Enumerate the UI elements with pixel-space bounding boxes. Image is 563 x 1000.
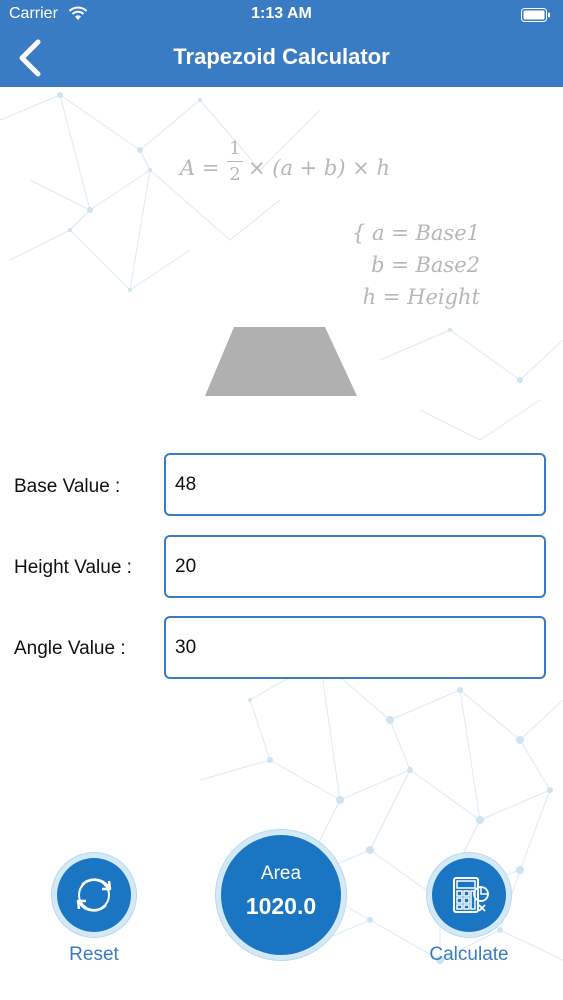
formula-lhs: A = bbox=[180, 156, 220, 180]
calculate-caption[interactable]: Calculate bbox=[419, 944, 519, 966]
navigation-bar: Trapezoid Calculator bbox=[0, 30, 563, 87]
height-value-label: Height Value : bbox=[14, 557, 132, 578]
battery-icon bbox=[521, 8, 550, 22]
area-value: 1020.0 bbox=[245, 893, 317, 919]
angle-value-input[interactable] bbox=[164, 616, 546, 679]
legend-row: b = Base2 bbox=[371, 253, 480, 277]
legend-row: h = Height bbox=[362, 285, 480, 309]
formula-legend: { a = Base1 b = Base2 h = Height bbox=[320, 217, 480, 313]
area-result: Area 1020.0 bbox=[221, 835, 341, 955]
calculate-button[interactable] bbox=[432, 858, 506, 932]
status-bar: Carrier 1:13 AM bbox=[0, 0, 563, 30]
formula-fraction: 1 2 bbox=[227, 138, 243, 185]
page-title: Trapezoid Calculator bbox=[173, 44, 390, 69]
calculator-icon bbox=[453, 877, 489, 913]
refresh-icon bbox=[76, 878, 112, 912]
fraction-numerator: 1 bbox=[229, 138, 241, 159]
base-value-input[interactable] bbox=[164, 453, 546, 516]
base-value-label: Base Value : bbox=[14, 476, 121, 497]
height-value-input[interactable] bbox=[164, 535, 546, 598]
angle-value-label: Angle Value : bbox=[14, 638, 126, 659]
status-time: 1:13 AM bbox=[251, 5, 312, 22]
area-formula: A = 1 2 × (a + b) × h bbox=[180, 138, 410, 198]
formula-rhs: × (a + b) × h bbox=[248, 156, 391, 180]
fraction-bar bbox=[227, 161, 243, 162]
area-label: Area bbox=[260, 863, 302, 884]
reset-button[interactable] bbox=[57, 858, 131, 932]
legend-row: { a = Base1 bbox=[351, 221, 480, 245]
trapezoid-shape bbox=[205, 327, 357, 396]
fraction-denominator: 2 bbox=[229, 164, 241, 185]
reset-caption[interactable]: Reset bbox=[44, 944, 144, 966]
